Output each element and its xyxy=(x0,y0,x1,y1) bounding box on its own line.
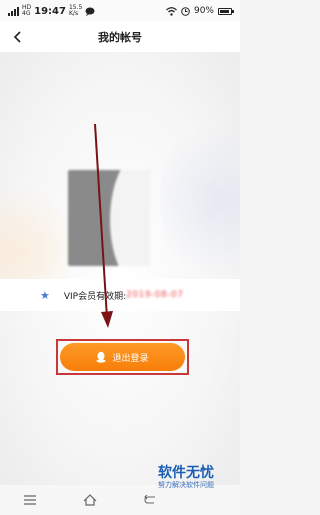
menu-button[interactable] xyxy=(0,485,60,515)
home-icon xyxy=(83,494,97,506)
menu-icon xyxy=(24,495,36,505)
watermark: 软件无忧 努力解决软件问题 xyxy=(138,465,234,489)
annotation-arrow-icon xyxy=(94,123,113,328)
watermark-title: 软件无忧 xyxy=(158,465,214,481)
bottom-nav-bar xyxy=(0,485,240,515)
back-nav-icon xyxy=(144,495,155,504)
watermark-subtitle: 努力解决软件问题 xyxy=(158,481,214,489)
home-button[interactable] xyxy=(60,485,120,515)
back-nav-button[interactable] xyxy=(120,485,180,515)
